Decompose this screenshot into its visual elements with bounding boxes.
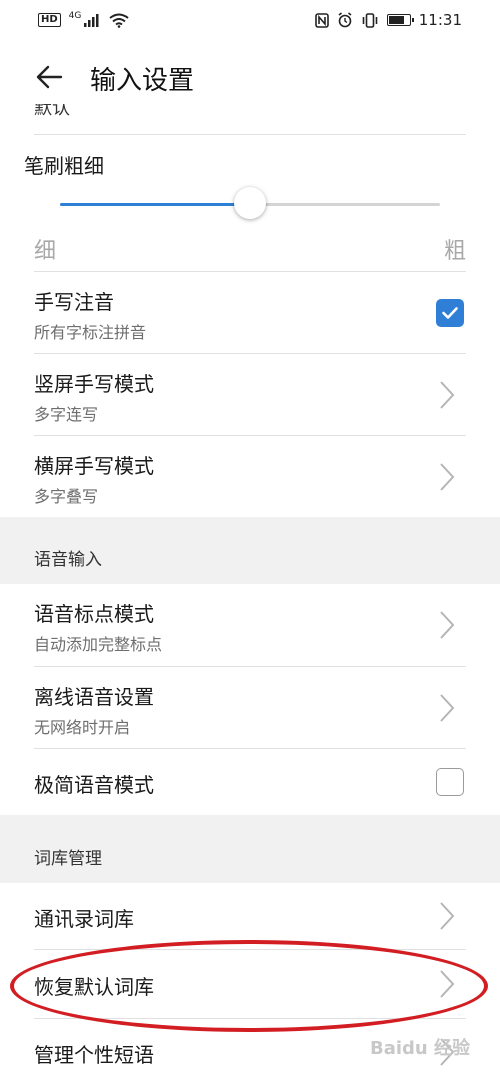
list-item-subtitle: 无网络时开启 <box>34 718 131 737</box>
section-label: 词库管理 <box>34 849 102 869</box>
stroke-min-label: 细 <box>34 239 57 264</box>
list-item-offline-voice[interactable]: 离线语音设置 无网络时开启 <box>0 667 500 749</box>
clock: 11:31 <box>418 11 462 29</box>
list-item-subtitle: 自动添加完整标点 <box>34 635 163 654</box>
list-item-restore-default-dictionary[interactable]: 恢复默认词库 <box>0 950 500 1018</box>
status-bar: HD 4G 11:31 <box>0 0 500 40</box>
checkbox-checked[interactable] <box>436 299 464 327</box>
chevron-right-icon <box>440 381 455 409</box>
nfc-icon <box>314 12 329 28</box>
app-bar: 输入设置 <box>0 48 500 108</box>
arrow-left-icon[interactable] <box>34 62 64 92</box>
checkbox-unchecked[interactable] <box>436 768 464 796</box>
list-item-title: 语音标点模式 <box>34 602 154 626</box>
list-item-title: 手写注音 <box>34 290 114 314</box>
watermark: Baidu 经验 <box>369 1038 470 1059</box>
list-item-title: 极简语音模式 <box>34 773 154 797</box>
chevron-right-icon <box>440 970 455 998</box>
section-label: 语音输入 <box>34 550 102 570</box>
battery-icon <box>386 14 414 26</box>
chevron-right-icon <box>440 611 455 639</box>
list-item-subtitle: 所有字标注拼音 <box>34 323 147 342</box>
list-item-contacts-dictionary[interactable]: 通讯录词库 <box>0 883 500 949</box>
list-item-landscape-handwriting[interactable]: 横屏手写模式 多字叠写 <box>0 436 500 518</box>
chevron-right-icon <box>440 694 455 722</box>
list-item-voice-punctuation[interactable]: 语音标点模式 自动添加完整标点 <box>0 584 500 666</box>
signal-icon <box>84 14 99 27</box>
hd-indicator: HD <box>38 13 61 27</box>
list-item-title: 恢复默认词库 <box>34 975 154 999</box>
slider-fill <box>60 203 250 206</box>
chevron-right-icon <box>440 902 455 930</box>
divider <box>34 134 466 135</box>
stroke-max-label: 粗 <box>443 239 466 264</box>
page-title: 输入设置 <box>90 66 195 96</box>
list-item-minimal-voice[interactable]: 极简语音模式 <box>0 749 500 815</box>
list-item-title: 管理个性短语 <box>34 1043 154 1067</box>
section-header-dictionary: 词库管理 <box>0 815 500 883</box>
list-item-title: 通讯录词库 <box>34 907 134 931</box>
list-item-subtitle: 多字叠写 <box>34 487 99 506</box>
list-item-title: 离线语音设置 <box>34 685 154 709</box>
slider-thumb[interactable] <box>234 187 266 219</box>
list-item-title: 横屏手写模式 <box>34 454 154 478</box>
wifi-icon <box>109 13 129 28</box>
section-header-voice: 语音输入 <box>0 517 500 584</box>
vibrate-icon <box>362 12 378 28</box>
network-type: 4G <box>68 11 82 21</box>
list-item-handwriting-pinyin[interactable]: 手写注音 所有字标注拼音 <box>0 272 500 354</box>
chevron-right-icon <box>440 463 455 491</box>
clipped-row-text: 默认 <box>34 104 70 119</box>
list-item-subtitle: 多字连写 <box>34 405 99 424</box>
list-item-portrait-handwriting[interactable]: 竖屏手写模式 多字连写 <box>0 354 500 436</box>
check-icon <box>442 307 458 319</box>
list-item-title: 竖屏手写模式 <box>34 372 154 396</box>
stroke-width-title: 笔刷粗细 <box>24 154 104 178</box>
alarm-icon <box>338 12 352 28</box>
